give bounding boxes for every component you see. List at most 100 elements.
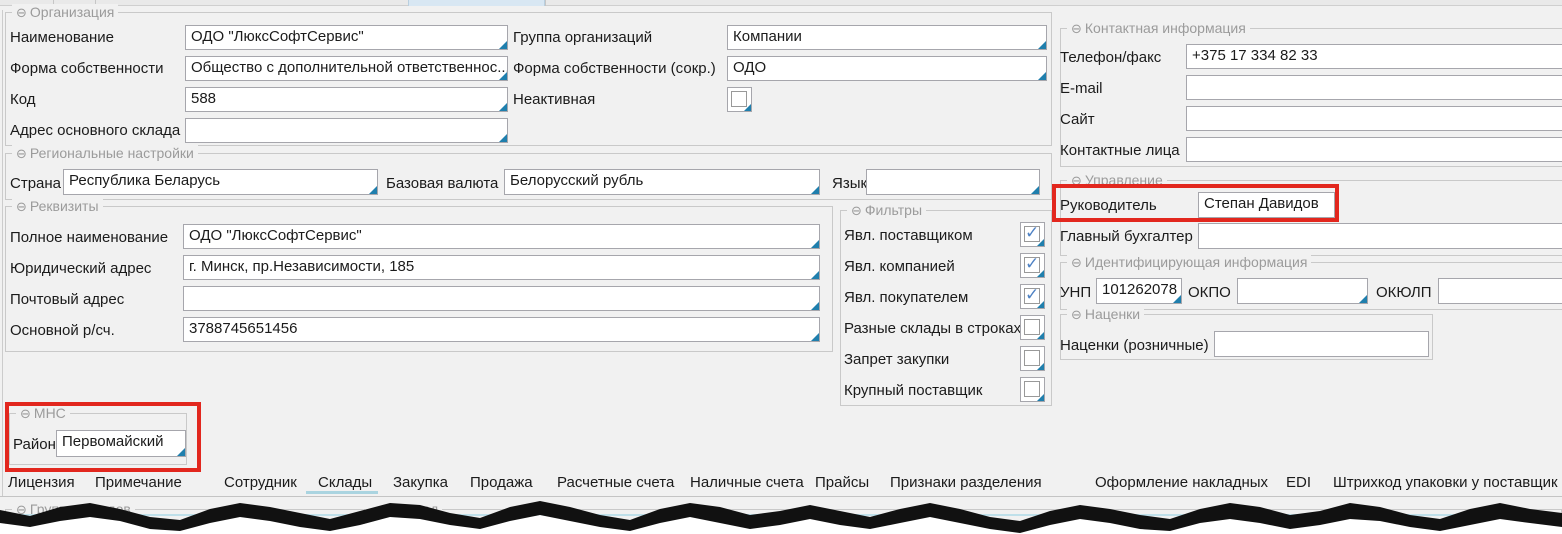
filter-company-checkbox[interactable]: ✓ — [1020, 253, 1045, 278]
retail-markups-label: Наценки (розничные) — [1060, 337, 1209, 355]
okpo-field[interactable] — [1237, 278, 1368, 304]
legal-address-label: Юридический адрес — [10, 260, 151, 278]
filter-company-label: Явл. компанией — [844, 258, 955, 276]
country-field[interactable]: Республика Беларусь — [63, 169, 378, 195]
management-group-title: ⊖Управление — [1067, 172, 1167, 189]
email-field[interactable] — [1186, 75, 1562, 100]
site-field[interactable] — [1186, 106, 1562, 131]
collapse-icon[interactable]: ⊖ — [1071, 307, 1082, 322]
warehouse-address-label: Адрес основного склада — [10, 122, 180, 140]
ownership-short-field[interactable]: ОДО — [727, 56, 1047, 81]
okyulp-field[interactable] — [1438, 278, 1562, 304]
filter-supplier-label: Явл. поставщиком — [844, 227, 973, 245]
identification-group-title: ⊖Идентифицирующая информация — [1067, 254, 1311, 271]
code-label: Код — [10, 91, 36, 109]
language-field[interactable] — [866, 169, 1040, 195]
unp-field[interactable]: 101262078 — [1096, 278, 1182, 304]
check-icon: ✓ — [1025, 254, 1039, 274]
okyulp-label: ОКЮЛП — [1376, 284, 1432, 302]
legal-address-field[interactable]: г. Минск, пр.Независимости, 185 — [183, 255, 820, 280]
inactive-checkbox[interactable]: ✓ — [727, 87, 752, 112]
contact-group-title: ⊖Контактная информация — [1067, 20, 1250, 37]
tab-settlement-accounts[interactable]: Расчетные счета — [557, 474, 674, 491]
contact-persons-field[interactable] — [1186, 137, 1562, 162]
collapse-icon[interactable]: ⊖ — [16, 199, 27, 214]
tab-warehouses[interactable]: Склады — [318, 474, 372, 491]
currency-label: Базовая валюта — [386, 175, 498, 193]
warehouse-group — [373, 509, 1562, 534]
unp-label: УНП — [1060, 284, 1091, 302]
filter-purchase-ban-checkbox[interactable]: ✓ — [1020, 346, 1045, 371]
filter-supplier-checkbox[interactable]: ✓ — [1020, 222, 1045, 247]
details-group-title: ⊖Реквизиты — [12, 198, 103, 215]
markups-group-title: ⊖Наценки — [1067, 306, 1144, 323]
accountant-label: Главный бухгалтер — [1060, 228, 1193, 246]
full-name-label: Полное наименование — [10, 229, 168, 247]
regional-group-title: ⊖Региональные настройки — [12, 145, 198, 162]
district-field[interactable]: Первомайский — [56, 430, 186, 457]
head-label: Руководитель — [1060, 197, 1157, 215]
tab-separation-signs[interactable]: Признаки разделения — [890, 474, 1042, 491]
organization-group-title: ⊖Организация — [12, 4, 118, 21]
retail-markups-field[interactable] — [1214, 331, 1429, 357]
mns-group-title: ⊖МНС — [16, 405, 70, 422]
contact-persons-label: Контактные лица — [1060, 142, 1180, 160]
tab-employee[interactable]: Сотрудник — [224, 474, 297, 491]
name-label: Наименование — [10, 29, 114, 47]
district-label: Район — [13, 436, 56, 454]
table-row-highlight-line — [0, 514, 1562, 516]
selected-tab-underline — [306, 491, 378, 494]
warehouse-address-field[interactable] — [185, 118, 508, 143]
postal-address-label: Почтовый адрес — [10, 291, 124, 309]
collapse-icon[interactable]: ⊖ — [16, 5, 27, 20]
organization-form-screen: ⊖Организация Наименование ОДО "ЛюксСофтС… — [0, 0, 1562, 534]
okpo-label: ОКПО — [1188, 284, 1231, 302]
filter-warehouses-label: Разные склады в строках — [844, 320, 1021, 338]
tab-invoice-processing[interactable]: Оформление накладных — [1095, 474, 1268, 491]
org-group-field[interactable]: Компании — [727, 25, 1047, 50]
tab-purchase[interactable]: Закупка — [393, 474, 448, 491]
tab-license[interactable]: Лицензия — [8, 474, 75, 491]
code-field[interactable]: 588 — [185, 87, 508, 112]
tab-cash-accounts[interactable]: Наличные счета — [690, 474, 804, 491]
collapse-icon[interactable]: ⊖ — [1071, 21, 1082, 36]
collapse-icon[interactable]: ⊖ — [1071, 173, 1082, 188]
tab-note[interactable]: Примечание — [95, 474, 182, 491]
tab-price-lists[interactable]: Прайсы — [815, 474, 869, 491]
filter-purchase-ban-label: Запрет закупки — [844, 351, 949, 369]
top-tab-strip — [0, 0, 1562, 6]
collapse-icon[interactable]: ⊖ — [20, 406, 31, 421]
filter-warehouses-checkbox[interactable]: ✓ — [1020, 315, 1045, 340]
currency-field[interactable]: Белорусский рубль — [504, 169, 820, 195]
filter-large-supplier-label: Крупный поставщик — [844, 382, 982, 400]
main-account-field[interactable]: 3788745651456 — [183, 317, 820, 342]
collapse-icon[interactable]: ⊖ — [1071, 255, 1082, 270]
phone-label: Телефон/факс — [1060, 49, 1161, 67]
ownership-field[interactable]: Общество с дополнительной ответственнос.… — [185, 56, 508, 81]
tab-edi[interactable]: EDI — [1286, 474, 1311, 491]
check-icon: ✓ — [1025, 285, 1039, 305]
postal-address-field[interactable] — [183, 286, 820, 311]
tab-sales[interactable]: Продажа — [470, 474, 533, 491]
filters-group-title: ⊖Фильтры — [847, 202, 926, 219]
ownership-short-label: Форма собственности (сокр.) — [513, 60, 716, 78]
filter-buyer-checkbox[interactable]: ✓ — [1020, 284, 1045, 309]
full-name-field[interactable]: ОДО "ЛюксСофтСервис" — [183, 224, 820, 249]
ownership-label: Форма собственности — [10, 60, 164, 78]
check-icon: ✓ — [1025, 223, 1039, 243]
phone-field[interactable]: +375 17 334 82 33 — [1186, 44, 1562, 69]
tab-supplier-package-barcode[interactable]: Штрихкод упаковки у поставщик — [1333, 474, 1558, 491]
tab-strip-divider — [545, 0, 546, 6]
panel-left-border — [2, 10, 3, 496]
name-field[interactable]: ОДО "ЛюксСофтСервис" — [185, 25, 508, 50]
collapse-icon[interactable]: ⊖ — [851, 203, 862, 218]
site-label: Сайт — [1060, 111, 1095, 129]
bottom-tab-bar: Лицензия Примечание Сотрудник Склады Зак… — [0, 470, 1562, 497]
head-field[interactable]: Степан Давидов — [1198, 192, 1335, 218]
accountant-field[interactable] — [1198, 223, 1562, 249]
top-tab-selected[interactable] — [408, 0, 545, 6]
filter-buyer-label: Явл. покупателем — [844, 289, 968, 307]
filter-large-supplier-checkbox[interactable]: ✓ — [1020, 377, 1045, 402]
collapse-icon[interactable]: ⊖ — [16, 146, 27, 161]
org-group-label: Группа организаций — [513, 29, 652, 47]
